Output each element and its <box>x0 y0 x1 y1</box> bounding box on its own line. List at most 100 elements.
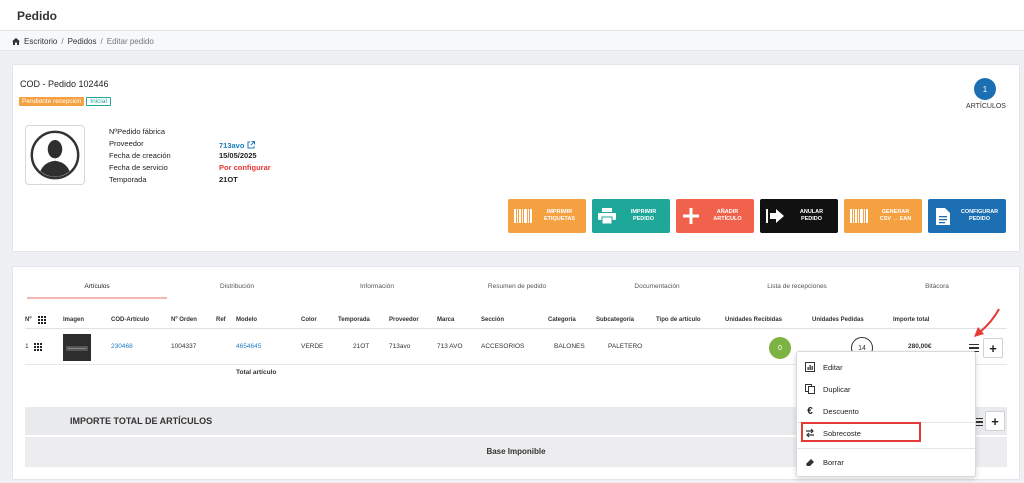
menu-delete[interactable]: Borrar <box>805 454 844 470</box>
menu-divider <box>797 448 975 449</box>
configure-order-line1: CONFIGURAR <box>960 208 999 215</box>
article-section: ACCESORIOS <box>481 343 525 350</box>
add-article-button[interactable]: AÑADIR ARTÍCULO <box>676 199 754 233</box>
col-brand: Marca <box>437 317 455 323</box>
page-title: Pedido <box>17 9 58 23</box>
printer-icon <box>598 207 616 225</box>
article-model-link[interactable]: 4654645 <box>236 343 261 350</box>
generate-csv-line2: CSV → EAN <box>879 216 912 222</box>
col-season: Temporada <box>338 317 370 323</box>
tab-articles[interactable]: Artículos <box>27 281 167 299</box>
configure-order-line2: PEDIDO <box>968 216 991 222</box>
article-subcategory: PALETERO <box>608 343 643 350</box>
print-labels-button[interactable]: IMPRIMIR ETIQUETAS <box>508 199 586 233</box>
col-ref: Ref <box>216 317 226 323</box>
service-date-label: Fecha de servicio <box>109 163 168 172</box>
tab-order-summary[interactable]: Resumen de pedido <box>447 281 587 299</box>
row-num: 1 <box>25 343 29 350</box>
created-date-value: 15/05/2025 <box>219 151 257 160</box>
menu-duplicate[interactable]: Duplicar <box>805 381 851 397</box>
col-subcategory: Subcategoría <box>596 317 635 323</box>
print-order-line1: IMPRIMIR <box>630 208 657 215</box>
col-cod: COD-Artículo <box>111 317 149 323</box>
print-order-line2: PEDIDO <box>632 216 655 222</box>
factory-order-label: NºPedido fábrica <box>109 127 166 136</box>
duplicate-icon <box>805 384 815 394</box>
col-ordered: Unidades Pedidas <box>812 317 864 323</box>
tab-distribution[interactable]: Distribución <box>167 281 307 299</box>
col-section: Sección <box>481 317 505 323</box>
tab-receptions[interactable]: Lista de recepciones <box>727 281 867 299</box>
edit-chart-icon <box>805 362 815 372</box>
plus-icon <box>682 207 700 225</box>
row-context-menu: Editar Duplicar € Descuento Sobrecoste B… <box>796 351 976 477</box>
user-silhouette-icon <box>30 130 80 180</box>
col-num: Nº <box>25 317 32 323</box>
tab-documentation[interactable]: Documentación <box>587 281 727 299</box>
add-article-line1: AÑADIR <box>716 208 739 215</box>
top-bar: Pedido <box>0 0 1024 31</box>
menu-discount-label: Descuento <box>823 406 859 416</box>
articles-count-label: ARTÍCULOS <box>966 103 1006 110</box>
col-type: Tipo de artículo <box>656 317 701 323</box>
barcode-icon <box>850 207 868 225</box>
menu-duplicate-label: Duplicar <box>823 384 851 394</box>
col-image: Imagen <box>63 317 85 323</box>
order-info: NºPedido fábrica Proveedor 713avo Fecha … <box>109 127 271 187</box>
supplier-label: Proveedor <box>109 139 144 148</box>
menu-edit[interactable]: Editar <box>805 359 843 375</box>
order-badges: Pendiente recepción Inicial <box>19 97 111 106</box>
received-units-badge: 0 <box>769 337 791 359</box>
action-buttons: IMPRIMIR ETIQUETAS IMPRIMIR PEDIDO AÑADIR A… <box>508 199 1006 233</box>
article-order: 1004337 <box>171 343 197 350</box>
status-badge: Pendiente recepción <box>19 97 85 106</box>
table-header: Nº Imagen COD-Artículo Nº Orden Ref Mode… <box>25 315 1007 329</box>
print-labels-line1: IMPRIMIR <box>546 208 573 215</box>
season-label: Temporada <box>109 175 147 184</box>
breadcrumb-orders[interactable]: Pedidos <box>68 37 97 46</box>
external-link-icon <box>247 141 256 149</box>
col-received: Unidades Recibidas <box>725 317 783 323</box>
menu-delete-label: Borrar <box>823 457 844 467</box>
article-supplier: 713avo <box>389 343 411 350</box>
menu-edit-label: Editar <box>823 362 843 372</box>
document-icon <box>934 207 952 225</box>
barcode-icon <box>514 207 532 225</box>
col-supplier: Proveedor <box>389 317 419 323</box>
article-category: BALONES <box>554 343 585 350</box>
totals-add-button[interactable]: + <box>985 411 1005 431</box>
service-date-value: Por configurar <box>219 163 271 172</box>
breadcrumb-home[interactable]: Escritorio <box>24 37 57 46</box>
menu-discount[interactable]: € Descuento <box>805 403 859 419</box>
tab-information[interactable]: Información <box>307 281 447 299</box>
order-title: COD - Pedido 102446 <box>20 79 109 89</box>
created-date-label: Fecha de creación <box>109 151 171 160</box>
print-labels-line2: ETIQUETAS <box>543 216 576 222</box>
article-brand: 713 AVO <box>437 343 463 350</box>
euro-icon: € <box>807 405 813 417</box>
col-color: Color <box>301 317 317 323</box>
cancel-order-line1: ANULAR <box>799 208 824 215</box>
article-color: VERDE <box>301 343 324 350</box>
arrow-right-icon <box>766 207 784 225</box>
cancel-order-line2: PEDIDO <box>800 216 823 222</box>
order-tabs: Artículos Distribución Información Resum… <box>27 281 1007 299</box>
breadcrumb-separator: / <box>100 37 103 46</box>
cancel-order-button[interactable]: ANULAR PEDIDO <box>760 199 838 233</box>
total-article-label: Total artículo <box>236 369 277 376</box>
article-season: 21OT <box>353 343 370 350</box>
article-cod-link[interactable]: 230468 <box>111 343 133 350</box>
season-value: 21OT <box>219 175 238 184</box>
print-order-button[interactable]: IMPRIMIR PEDIDO <box>592 199 670 233</box>
supplier-link[interactable]: 713avo <box>219 139 256 151</box>
totals-title: IMPORTE TOTAL DE ARTÍCULOS <box>70 416 213 426</box>
order-summary-card: COD - Pedido 102446 Pendiente recepción … <box>12 64 1020 252</box>
articles-count-badge: 1 <box>974 78 996 100</box>
row-add-button[interactable]: + <box>983 338 1003 358</box>
supplier-value: 713avo <box>219 140 245 150</box>
tab-log[interactable]: Bitácora <box>867 281 1007 299</box>
generate-csv-button[interactable]: GENERAR CSV → EAN <box>844 199 922 233</box>
configure-order-button[interactable]: CONFIGURAR PEDIDO <box>928 199 1006 233</box>
col-order: Nº Orden <box>171 317 197 323</box>
col-amount: Importe total <box>893 317 930 323</box>
